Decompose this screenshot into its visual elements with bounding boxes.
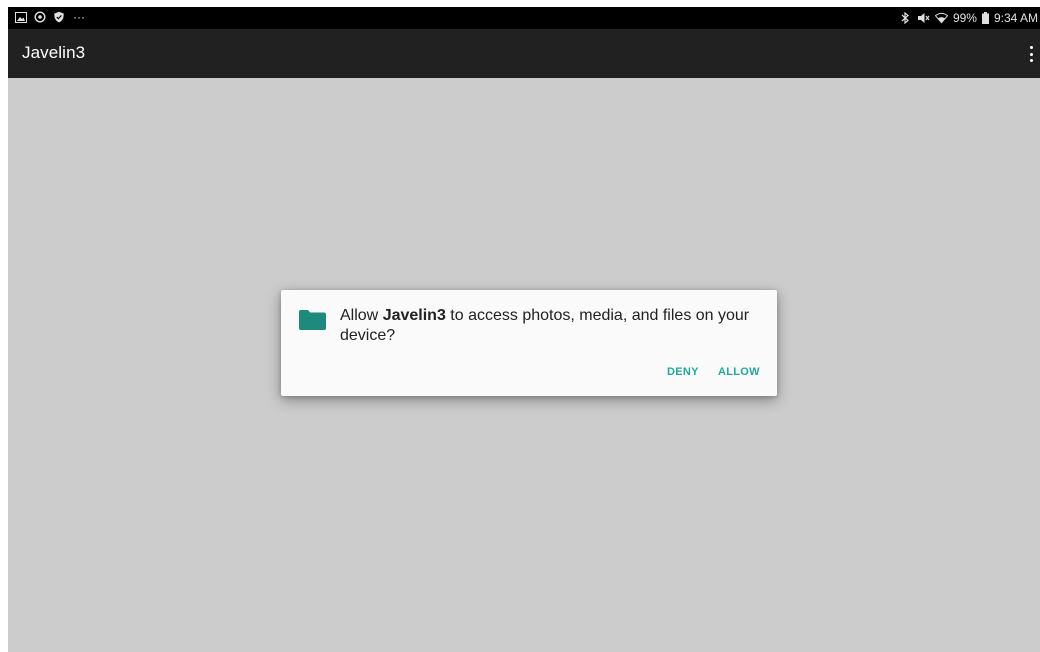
- battery-percentage: 99%: [952, 11, 977, 25]
- deny-button[interactable]: DENY: [667, 366, 699, 378]
- status-bar: ··· 99% 9:34 AM: [8, 7, 1040, 29]
- app-title: Javelin3: [22, 43, 86, 62]
- status-right-icons: 99% 9:34 AM: [899, 11, 1038, 25]
- gallery-icon: [14, 11, 27, 24]
- bluetooth-icon: [899, 12, 912, 25]
- status-left-icons: ···: [14, 10, 85, 24]
- wifi-icon: [934, 12, 948, 25]
- folder-icon: [299, 310, 326, 330]
- more-vert-icon[interactable]: [1026, 44, 1036, 64]
- dialog-message: Allow Javelin3 to access photos, media, …: [340, 306, 760, 346]
- shield-icon: [52, 11, 65, 24]
- sync-icon: [33, 11, 46, 24]
- app-bar: Javelin3: [8, 29, 1040, 78]
- battery-icon: [981, 12, 989, 25]
- more-notifications-indicator: ···: [73, 10, 85, 24]
- status-time: 9:34 AM: [993, 11, 1038, 25]
- app-name: Javelin3: [382, 307, 446, 324]
- message-prefix: Allow: [340, 307, 383, 324]
- device-screen: ··· 99% 9:34 AM Javelin3 Allow Javelin3 …: [8, 7, 1040, 652]
- mute-icon: [917, 12, 930, 25]
- allow-button[interactable]: ALLOW: [718, 366, 760, 378]
- permission-dialog: Allow Javelin3 to access photos, media, …: [281, 290, 777, 396]
